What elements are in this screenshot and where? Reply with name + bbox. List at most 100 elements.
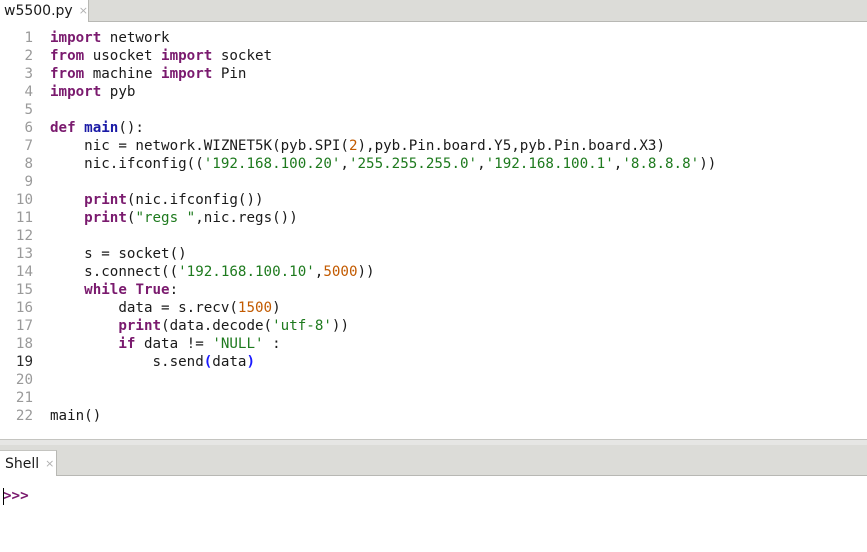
code-token: pyb — [101, 84, 136, 100]
code-line[interactable]: 12 — [0, 227, 867, 245]
code-token: ( — [203, 354, 213, 370]
code-line[interactable]: 19 s.send(data) — [0, 353, 867, 371]
code-line[interactable]: 5 — [0, 101, 867, 119]
code-token: 'NULL' — [212, 336, 264, 352]
code-token: )) — [331, 318, 349, 334]
code-token: (data.decode( — [161, 318, 273, 334]
code-token: main — [84, 120, 119, 136]
code-line[interactable]: 13 s = socket() — [0, 245, 867, 263]
code-token: '192.168.100.1' — [485, 156, 614, 172]
code-text: print(nic.ifconfig()) — [50, 191, 264, 209]
code-token: 1500 — [237, 300, 273, 316]
code-text: if data != 'NULL' : — [50, 335, 280, 353]
line-number: 7 — [24, 138, 33, 154]
code-token: "regs " — [135, 210, 196, 226]
line-number: 9 — [24, 174, 33, 190]
tab-shell[interactable]: Shell × — [0, 450, 57, 476]
code-token: main() — [50, 408, 102, 424]
code-token: '192.168.100.20' — [203, 156, 341, 172]
code-token: )) — [699, 156, 717, 172]
code-token: from — [50, 48, 85, 64]
shell-console[interactable]: >>> — [0, 476, 867, 552]
code-line[interactable]: 2 from usocket import socket — [0, 47, 867, 65]
code-token: '192.168.100.10' — [178, 264, 315, 280]
code-line[interactable]: 18 if data != 'NULL' : — [0, 335, 867, 353]
code-token: ) — [272, 300, 281, 316]
code-text: s.connect(('192.168.100.10',5000)) — [50, 263, 375, 281]
line-number: 4 — [24, 84, 33, 100]
shell-tab-bar: Shell × — [0, 445, 867, 476]
code-token: )) — [357, 264, 375, 280]
code-line[interactable]: 16 data = s.recv(1500) — [0, 299, 867, 317]
code-token: data != — [135, 336, 213, 352]
code-text: s = socket() — [50, 245, 187, 263]
code-token: nic = network.WIZNET5K(pyb.SPI( — [50, 138, 349, 154]
code-line[interactable]: 22 main() — [0, 407, 867, 425]
code-token: , — [340, 156, 349, 172]
line-number: 16 — [15, 300, 33, 316]
code-token: (nic.ifconfig()) — [126, 192, 264, 208]
code-token: import — [161, 48, 213, 64]
line-number: 14 — [15, 264, 33, 280]
code-token: , — [477, 156, 486, 172]
line-number: 1 — [24, 30, 33, 46]
code-line[interactable]: 9 — [0, 173, 867, 191]
code-line[interactable]: 17 print(data.decode('utf-8')) — [0, 317, 867, 335]
line-number: 19 — [15, 354, 33, 370]
code-token: s.send — [50, 354, 204, 370]
code-text: import network — [50, 29, 170, 47]
code-token: print — [84, 192, 127, 208]
code-line[interactable]: 21 — [0, 389, 867, 407]
code-editor[interactable]: 1 import network 2 from usocket import sock… — [0, 22, 867, 440]
code-line[interactable]: 4 import pyb — [0, 83, 867, 101]
code-text: data = s.recv(1500) — [50, 299, 281, 317]
line-number: 12 — [15, 228, 33, 244]
close-icon[interactable]: × — [79, 1, 88, 21]
code-line[interactable]: 14 s.connect(('192.168.100.10',5000)) — [0, 263, 867, 281]
code-token: 2 — [348, 138, 358, 154]
code-line[interactable]: 20 — [0, 371, 867, 389]
code-token: nic.ifconfig(( — [50, 156, 204, 172]
code-text: import pyb — [50, 83, 135, 101]
code-token: import — [50, 30, 102, 46]
line-number: 22 — [15, 408, 33, 424]
code-line[interactable]: 15 while True: — [0, 281, 867, 299]
code-line[interactable]: 1 import network — [0, 29, 867, 47]
shell-prompt: >>> — [3, 488, 29, 504]
code-token: 'utf-8' — [272, 318, 332, 334]
code-text: print(data.decode('utf-8')) — [50, 317, 349, 335]
code-token: from — [50, 66, 85, 82]
code-token: if — [118, 336, 136, 352]
code-line[interactable]: 3 from machine import Pin — [0, 65, 867, 83]
text-cursor — [3, 488, 4, 505]
line-number: 11 — [15, 210, 33, 226]
line-number: 21 — [15, 390, 33, 406]
code-line[interactable]: 10 print(nic.ifconfig()) — [0, 191, 867, 209]
code-text: while True: — [50, 281, 178, 299]
code-token: data = s.recv( — [50, 300, 238, 316]
code-token: ) — [246, 354, 256, 370]
code-token: machine — [84, 66, 162, 82]
code-token: import — [50, 84, 102, 100]
code-line[interactable]: 8 nic.ifconfig(('192.168.100.20','255.25… — [0, 155, 867, 173]
tab-shell-label: Shell — [5, 455, 40, 472]
code-token: Pin — [212, 66, 247, 82]
code-text: def main(): — [50, 119, 144, 137]
code-line[interactable]: 7 nic = network.WIZNET5K(pyb.SPI(2),pyb.… — [0, 137, 867, 155]
code-token: '8.8.8.8' — [622, 156, 700, 172]
tab-w5500-py[interactable]: w5500.py × — [0, 0, 89, 22]
line-number: 15 — [15, 282, 33, 298]
code-line[interactable]: 11 print("regs ",nic.regs()) — [0, 209, 867, 227]
code-token: while — [84, 282, 127, 298]
line-number: 5 — [24, 102, 33, 118]
code-line[interactable]: 6 def main(): — [0, 119, 867, 137]
code-text: s.send(data) — [50, 353, 255, 371]
code-text: from machine import Pin — [50, 65, 246, 83]
line-number: 18 — [15, 336, 33, 352]
close-icon[interactable]: × — [45, 454, 54, 474]
